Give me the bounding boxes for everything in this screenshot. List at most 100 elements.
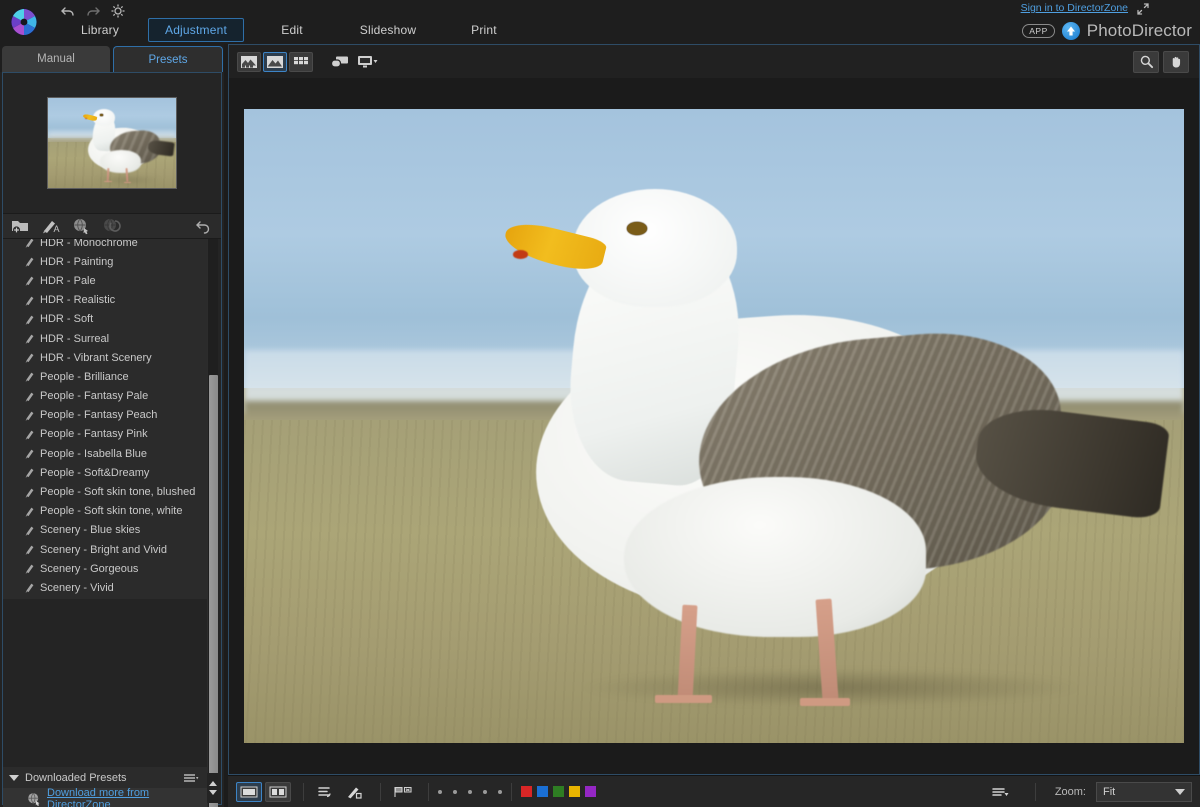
preset-list-scrollbar[interactable] [207, 239, 218, 807]
preset-item[interactable]: HDR - Realistic [3, 291, 207, 310]
zoom-select[interactable]: Fit [1096, 781, 1192, 802]
preset-brush-icon [25, 525, 36, 536]
new-preset-folder-icon[interactable] [11, 217, 31, 235]
nav-tab-slideshow[interactable]: Slideshow [340, 18, 436, 42]
preset-item[interactable]: Split Toning - Blood Orange [3, 598, 207, 599]
preset-brush-icon [25, 295, 36, 306]
preset-item[interactable]: People - Soft&Dreamy [3, 463, 207, 482]
upgrade-arrow-icon[interactable] [1061, 22, 1080, 40]
preset-scrollbar-thumb[interactable] [209, 375, 218, 807]
scroll-down-arrow-icon[interactable] [208, 790, 217, 795]
redo-arrow-icon[interactable] [85, 3, 101, 19]
expand-arrows-icon[interactable] [1136, 2, 1150, 16]
preset-item[interactable]: HDR - Monochrome [3, 239, 207, 252]
preset-label: Scenery - Vivid [40, 581, 114, 594]
preset-label: HDR - Realistic [40, 294, 116, 307]
color-label-swatches[interactable] [521, 786, 596, 797]
preset-list[interactable]: HDR - Monochrome HDR - Painting HDR - Pale… [3, 239, 207, 599]
preset-item[interactable]: HDR - Painting [3, 252, 207, 271]
viewer-right-tools [1133, 50, 1191, 73]
download-more-from-directorzone-link[interactable]: Download more from DirectorZone [47, 787, 207, 807]
preset-item[interactable]: Scenery - Vivid [3, 578, 207, 597]
preset-brush-icon [25, 544, 36, 555]
tab-manual[interactable]: Manual [2, 46, 110, 72]
preset-label: People - Soft skin tone, white [40, 505, 183, 518]
preset-item[interactable]: People - Fantasy Pale [3, 387, 207, 406]
sign-in-directorzone-link[interactable]: Sign in to DirectorZone [1021, 2, 1128, 14]
nav-tab-edit[interactable]: Edit [244, 18, 340, 42]
color-label-swatch-2[interactable] [537, 786, 548, 797]
gear-icon[interactable] [110, 3, 126, 19]
preset-item[interactable]: People - Fantasy Pink [3, 425, 207, 444]
scroll-up-arrow-icon[interactable] [208, 781, 217, 786]
color-label-swatch-5[interactable] [585, 786, 596, 797]
rating-dot-1[interactable] [438, 789, 442, 794]
preset-item[interactable]: Scenery - Gorgeous [3, 559, 207, 578]
preset-brush-icon [25, 467, 36, 478]
preset-scroll-arrows [207, 773, 218, 803]
preset-item[interactable]: HDR - Soft [3, 310, 207, 329]
pan-hand-icon[interactable] [1163, 50, 1189, 73]
rating-dot-5[interactable] [498, 789, 502, 794]
main-photo-image[interactable] [244, 109, 1184, 743]
photo-viewer-panel [228, 44, 1200, 775]
filter-menu-icon[interactable] [987, 782, 1013, 802]
preset-label: Scenery - Bright and Vivid [40, 543, 167, 556]
download-more-row[interactable]: Download more from DirectorZone [3, 787, 207, 807]
color-label-swatch-4[interactable] [569, 786, 580, 797]
preset-item[interactable]: HDR - Pale [3, 271, 207, 290]
preset-item[interactable]: People - Isabella Blue [3, 444, 207, 463]
display-output-icon[interactable] [355, 52, 381, 72]
preset-label: People - Fantasy Pink [40, 428, 148, 441]
rating-dot-4[interactable] [483, 789, 487, 794]
section-downloaded-presets[interactable]: Downloaded Presets [3, 767, 207, 788]
downloaded-presets-menu-icon[interactable] [183, 773, 199, 783]
reset-presets-icon[interactable] [195, 218, 211, 234]
color-label-swatch-1[interactable] [521, 786, 532, 797]
single-pane-view-icon[interactable] [236, 781, 262, 802]
undo-arrow-icon[interactable] [60, 3, 76, 19]
rating-dots[interactable] [438, 789, 502, 794]
preset-item[interactable]: People - Soft skin tone, blushed [3, 482, 207, 501]
tab-presets[interactable]: Presets [113, 46, 223, 72]
preset-label: Scenery - Gorgeous [40, 562, 139, 575]
upload-preset-icon[interactable] [101, 217, 121, 235]
preset-label: HDR - Surreal [40, 332, 110, 345]
preset-brush-icon [25, 410, 36, 421]
app-badge[interactable]: APP [1022, 24, 1055, 38]
rating-dot-3[interactable] [468, 789, 472, 794]
download-preset-icon[interactable] [71, 217, 91, 235]
photo-canvas[interactable] [229, 78, 1199, 774]
metadata-list-icon[interactable] [313, 782, 339, 802]
left-panel: Manual Presets A HDR - Monochrome HDR - … [0, 44, 224, 807]
preset-item[interactable]: HDR - Surreal [3, 329, 207, 348]
chevron-down-icon [9, 774, 19, 781]
flag-pick-icon[interactable] [390, 782, 416, 802]
preset-brush-icon [25, 275, 36, 287]
photo-thumbnail[interactable] [47, 97, 177, 189]
rating-dot-2[interactable] [453, 789, 457, 794]
nav-tab-print[interactable]: Print [436, 18, 532, 42]
preset-brush-icon [25, 391, 36, 402]
split-pane-view-icon[interactable] [265, 781, 291, 802]
preset-item[interactable]: Scenery - Bright and Vivid [3, 540, 207, 559]
preset-item[interactable]: HDR - Vibrant Scenery [3, 348, 207, 367]
single-photo-view-icon[interactable] [263, 51, 287, 72]
pencil-edit-icon[interactable] [342, 782, 368, 802]
compare-view-icon[interactable] [327, 52, 353, 72]
grid-view-icon[interactable] [289, 51, 313, 72]
color-label-swatch-3[interactable] [553, 786, 564, 797]
zoom-label: Zoom: [1054, 785, 1086, 798]
preset-item[interactable]: People - Brilliance [3, 367, 207, 386]
preset-label: People - Soft skin tone, blushed [40, 486, 196, 499]
zoom-magnifier-icon[interactable] [1133, 50, 1159, 73]
preset-item[interactable]: People - Fantasy Peach [3, 406, 207, 425]
preset-item[interactable]: Scenery - Blue skies [3, 521, 207, 540]
preset-brush-icon [25, 582, 36, 594]
nav-tab-adjustment[interactable]: Adjustment [148, 18, 244, 42]
app-header: Library Adjustment Edit Slideshow Print … [0, 0, 1200, 44]
preset-item[interactable]: People - Soft skin tone, white [3, 502, 207, 521]
nav-tab-library[interactable]: Library [52, 18, 148, 42]
filmstrip-view-icon[interactable] [237, 51, 261, 72]
apply-preset-brush-icon[interactable]: A [41, 217, 61, 235]
